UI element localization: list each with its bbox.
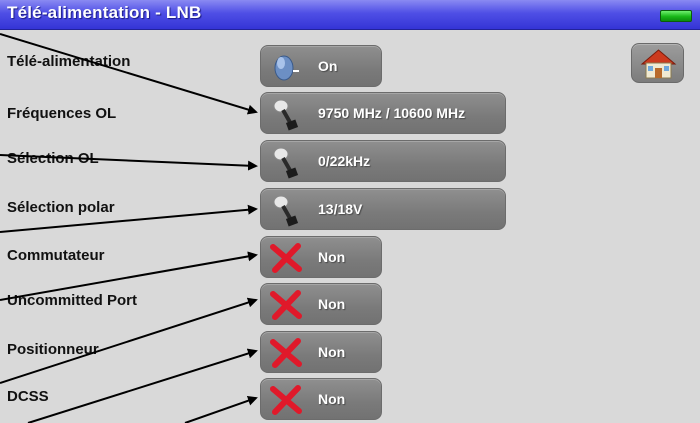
label-tele-alimentation: Télé-alimentation [7, 53, 131, 70]
arrow-frequences-ol [0, 33, 258, 115]
title-bar: Télé-alimentation - LNB [0, 0, 700, 30]
label-uncommitted-port: Uncommitted Port [7, 292, 138, 309]
battery-icon [660, 10, 692, 22]
label-positionneur: Positionneur [7, 341, 99, 358]
frequences-ol-button[interactable]: 9750 MHz / 10600 MHz [260, 92, 506, 134]
frequences-ol-value: 9750 MHz / 10600 MHz [318, 105, 466, 121]
commutateur-value: Non [318, 249, 346, 265]
satellite-dish-icon [273, 99, 299, 131]
selection-polar-value: 13/18V [318, 201, 363, 217]
commutateur-button[interactable]: Non [260, 236, 382, 278]
dcss-value: Non [318, 391, 346, 407]
red-x-icon [270, 338, 302, 368]
label-commutateur: Commutateur [7, 247, 105, 264]
selection-ol-button[interactable]: 0/22kHz [260, 140, 506, 182]
positionneur-value: Non [318, 344, 346, 360]
tele-alimentation-value: On [318, 58, 338, 74]
home-icon [640, 49, 677, 79]
uncommitted-port-value: Non [318, 296, 346, 312]
window-title: Télé-alimentation - LNB [7, 3, 202, 22]
red-x-icon [270, 385, 302, 415]
satellite-dish-icon [273, 195, 299, 227]
uncommitted-port-button[interactable]: Non [260, 283, 382, 325]
arrow-positionneur [27, 348, 258, 423]
selection-polar-button[interactable]: 13/18V [260, 188, 506, 230]
label-frequences-ol: Fréquences OL [7, 105, 117, 122]
tele-alimentation-button[interactable]: On [260, 45, 382, 87]
red-x-icon [270, 290, 302, 320]
positionneur-button[interactable]: Non [260, 331, 382, 373]
label-selection-polar: Sélection polar [7, 199, 115, 216]
selection-ol-value: 0/22kHz [318, 153, 371, 169]
label-dcss: DCSS [7, 388, 49, 405]
arrow-dcss [184, 395, 258, 423]
satellite-dish-icon [273, 147, 299, 179]
toggle-switch-icon [274, 55, 299, 81]
red-x-icon [270, 243, 302, 273]
home-button[interactable] [631, 43, 684, 83]
dcss-button[interactable]: Non [260, 378, 382, 420]
label-selection-ol: Sélection OL [7, 150, 99, 167]
